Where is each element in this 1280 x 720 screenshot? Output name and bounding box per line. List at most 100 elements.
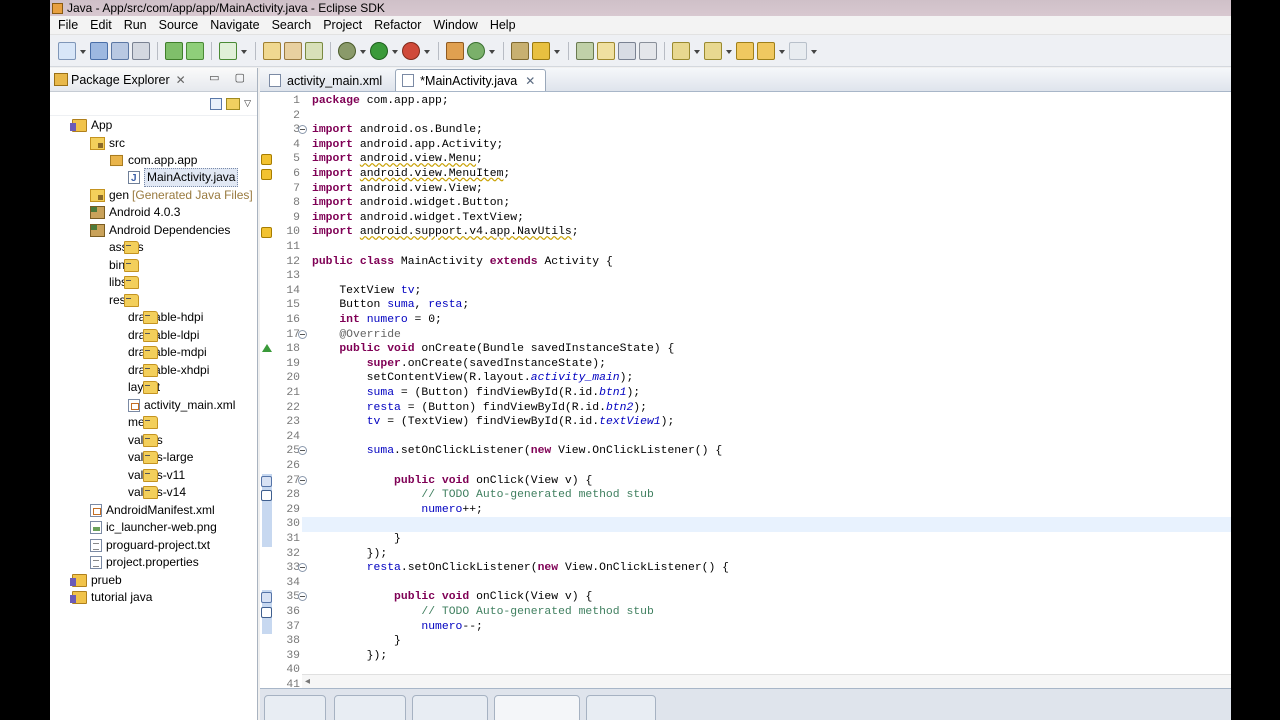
tree-item[interactable]: AndroidManifest.xml xyxy=(90,502,215,519)
bottom-tab[interactable] xyxy=(412,695,488,720)
print-icon[interactable] xyxy=(132,41,150,60)
android-avd-manager-icon[interactable] xyxy=(186,41,204,60)
block-selection-icon[interactable] xyxy=(618,41,636,60)
search-dropdown-icon[interactable] xyxy=(553,42,561,60)
tree-item[interactable]: assets xyxy=(90,239,144,256)
fold-toggle-icon[interactable] xyxy=(298,329,307,339)
lint-check-icon[interactable] xyxy=(219,41,237,60)
tree-item[interactable]: drawable-xhdpi xyxy=(109,362,209,379)
toggle-mark-occurrences-icon[interactable] xyxy=(576,41,594,60)
menu-project[interactable]: Project xyxy=(317,18,368,32)
bottom-tab[interactable] xyxy=(494,695,580,720)
tree-item[interactable]: project.properties xyxy=(90,554,199,571)
last-edit-location-icon[interactable] xyxy=(736,41,754,60)
fold-toggle-icon[interactable] xyxy=(298,446,307,456)
new-package-icon[interactable] xyxy=(305,41,323,60)
tree-item[interactable]: drawable-mdpi xyxy=(109,344,207,361)
tree-item[interactable]: Android Dependencies xyxy=(90,222,230,239)
task-icon[interactable] xyxy=(261,490,272,502)
back-icon[interactable] xyxy=(757,41,775,60)
forward-icon[interactable] xyxy=(789,41,807,60)
tree-item[interactable]: com.app.app xyxy=(109,152,197,169)
new-java-class-icon[interactable] xyxy=(446,41,464,60)
open-type-icon[interactable] xyxy=(511,41,529,60)
tree-item[interactable]: res xyxy=(90,292,139,309)
menu-refactor[interactable]: Refactor xyxy=(368,18,427,32)
previous-annotation-icon[interactable] xyxy=(704,41,722,60)
next-annotation-icon[interactable] xyxy=(672,41,690,60)
task-icon[interactable] xyxy=(261,607,272,618)
show-whitespace-icon[interactable] xyxy=(639,41,657,60)
tab-activity-main-xml[interactable]: activity_main.xml xyxy=(262,69,393,91)
tree-item[interactable]: proguard-project.txt xyxy=(90,537,210,554)
save-icon[interactable] xyxy=(90,41,108,60)
menu-edit[interactable]: Edit xyxy=(84,18,118,32)
new-android-project-icon[interactable] xyxy=(263,41,281,60)
tree-item[interactable]: App xyxy=(70,117,112,134)
menu-search[interactable]: Search xyxy=(266,18,318,32)
implements-indicator-icon[interactable] xyxy=(261,475,272,487)
code-text-area[interactable]: 1 2 3 4 5 6 7 8 9 10 11 12 13 14 15 16 17 18 19 20 21 22 23 24 2… xyxy=(260,92,1231,688)
override-indicator-icon[interactable] xyxy=(262,344,272,353)
package-explorer-tab[interactable]: Package Explorer ✕ ▭ ▢ xyxy=(50,68,257,92)
close-icon[interactable]: ✕ xyxy=(176,73,186,87)
previous-annotation-dropdown-icon[interactable] xyxy=(725,42,733,60)
menu-run[interactable]: Run xyxy=(118,18,153,32)
new-class-wizard-icon[interactable] xyxy=(467,41,485,60)
tree-item[interactable]: values-large xyxy=(109,449,193,466)
tree-item[interactable]: tutorial java xyxy=(70,589,152,606)
bottom-tab[interactable] xyxy=(264,695,326,720)
run-dropdown-icon[interactable] xyxy=(391,42,399,60)
tree-item[interactable]: values-v11 xyxy=(109,467,185,484)
external-tools-dropdown-icon[interactable] xyxy=(423,42,431,60)
save-all-icon[interactable] xyxy=(111,41,129,60)
forward-dropdown-icon[interactable] xyxy=(810,42,818,60)
next-annotation-dropdown-icon[interactable] xyxy=(693,42,701,60)
tree-item[interactable]: MainActivity.java xyxy=(128,168,239,187)
run-icon[interactable] xyxy=(370,41,388,60)
tree-item[interactable]: libs xyxy=(90,274,139,291)
tree-item[interactable]: prueb xyxy=(70,572,122,589)
new-class-dropdown-icon[interactable] xyxy=(488,42,496,60)
menu-help[interactable]: Help xyxy=(484,18,522,32)
external-tools-icon[interactable] xyxy=(402,41,420,60)
tree-item[interactable]: bin xyxy=(90,257,139,274)
tree-item[interactable]: Android 4.0.3 xyxy=(90,204,180,221)
tree-item[interactable]: drawable-hdpi xyxy=(109,309,203,326)
tree-item[interactable]: gen [Generated Java Files] xyxy=(90,187,253,204)
collapse-all-icon[interactable] xyxy=(210,97,223,110)
tree-item[interactable]: activity_main.xml xyxy=(128,397,235,414)
search-icon[interactable] xyxy=(532,41,550,60)
tree-item[interactable]: src xyxy=(90,135,125,152)
close-icon[interactable]: ✕ xyxy=(525,74,535,88)
link-with-editor-icon[interactable] xyxy=(226,97,241,110)
warning-icon[interactable] xyxy=(261,154,272,166)
toggle-breadcrumb-icon[interactable] xyxy=(597,41,615,60)
tab-main-activity-java[interactable]: *MainActivity.java ✕ xyxy=(395,69,547,91)
tree-item[interactable]: values xyxy=(109,432,163,449)
menu-source[interactable]: Source xyxy=(153,18,205,32)
bottom-tab[interactable] xyxy=(586,695,656,720)
new-dropdown-icon[interactable] xyxy=(79,42,87,60)
tree-item[interactable]: menu xyxy=(109,414,158,431)
fold-toggle-icon[interactable] xyxy=(298,592,307,602)
warning-icon[interactable] xyxy=(261,227,272,239)
new-java-project-icon[interactable] xyxy=(284,41,302,60)
view-minimize-maximize[interactable]: ▭ ▢ xyxy=(209,71,251,84)
tree-item[interactable]: drawable-ldpi xyxy=(109,327,199,344)
fold-toggle-icon[interactable] xyxy=(298,475,307,485)
implements-indicator-icon[interactable] xyxy=(261,592,272,604)
view-menu-chevron-down-icon[interactable]: ▽ xyxy=(244,98,251,109)
lint-dropdown-icon[interactable] xyxy=(240,42,248,60)
debug-icon[interactable] xyxy=(338,41,356,60)
menu-file[interactable]: File xyxy=(52,18,84,32)
tree-item[interactable]: ic_launcher-web.png xyxy=(90,519,217,536)
fold-toggle-icon[interactable] xyxy=(298,125,307,135)
horizontal-scrollbar[interactable]: ◂ xyxy=(302,674,1231,688)
warning-icon[interactable] xyxy=(261,169,272,180)
menu-navigate[interactable]: Navigate xyxy=(204,18,265,32)
bottom-tab[interactable] xyxy=(334,695,406,720)
new-icon[interactable] xyxy=(58,41,76,60)
debug-dropdown-icon[interactable] xyxy=(359,42,367,60)
tree-item[interactable]: layout xyxy=(109,379,160,396)
